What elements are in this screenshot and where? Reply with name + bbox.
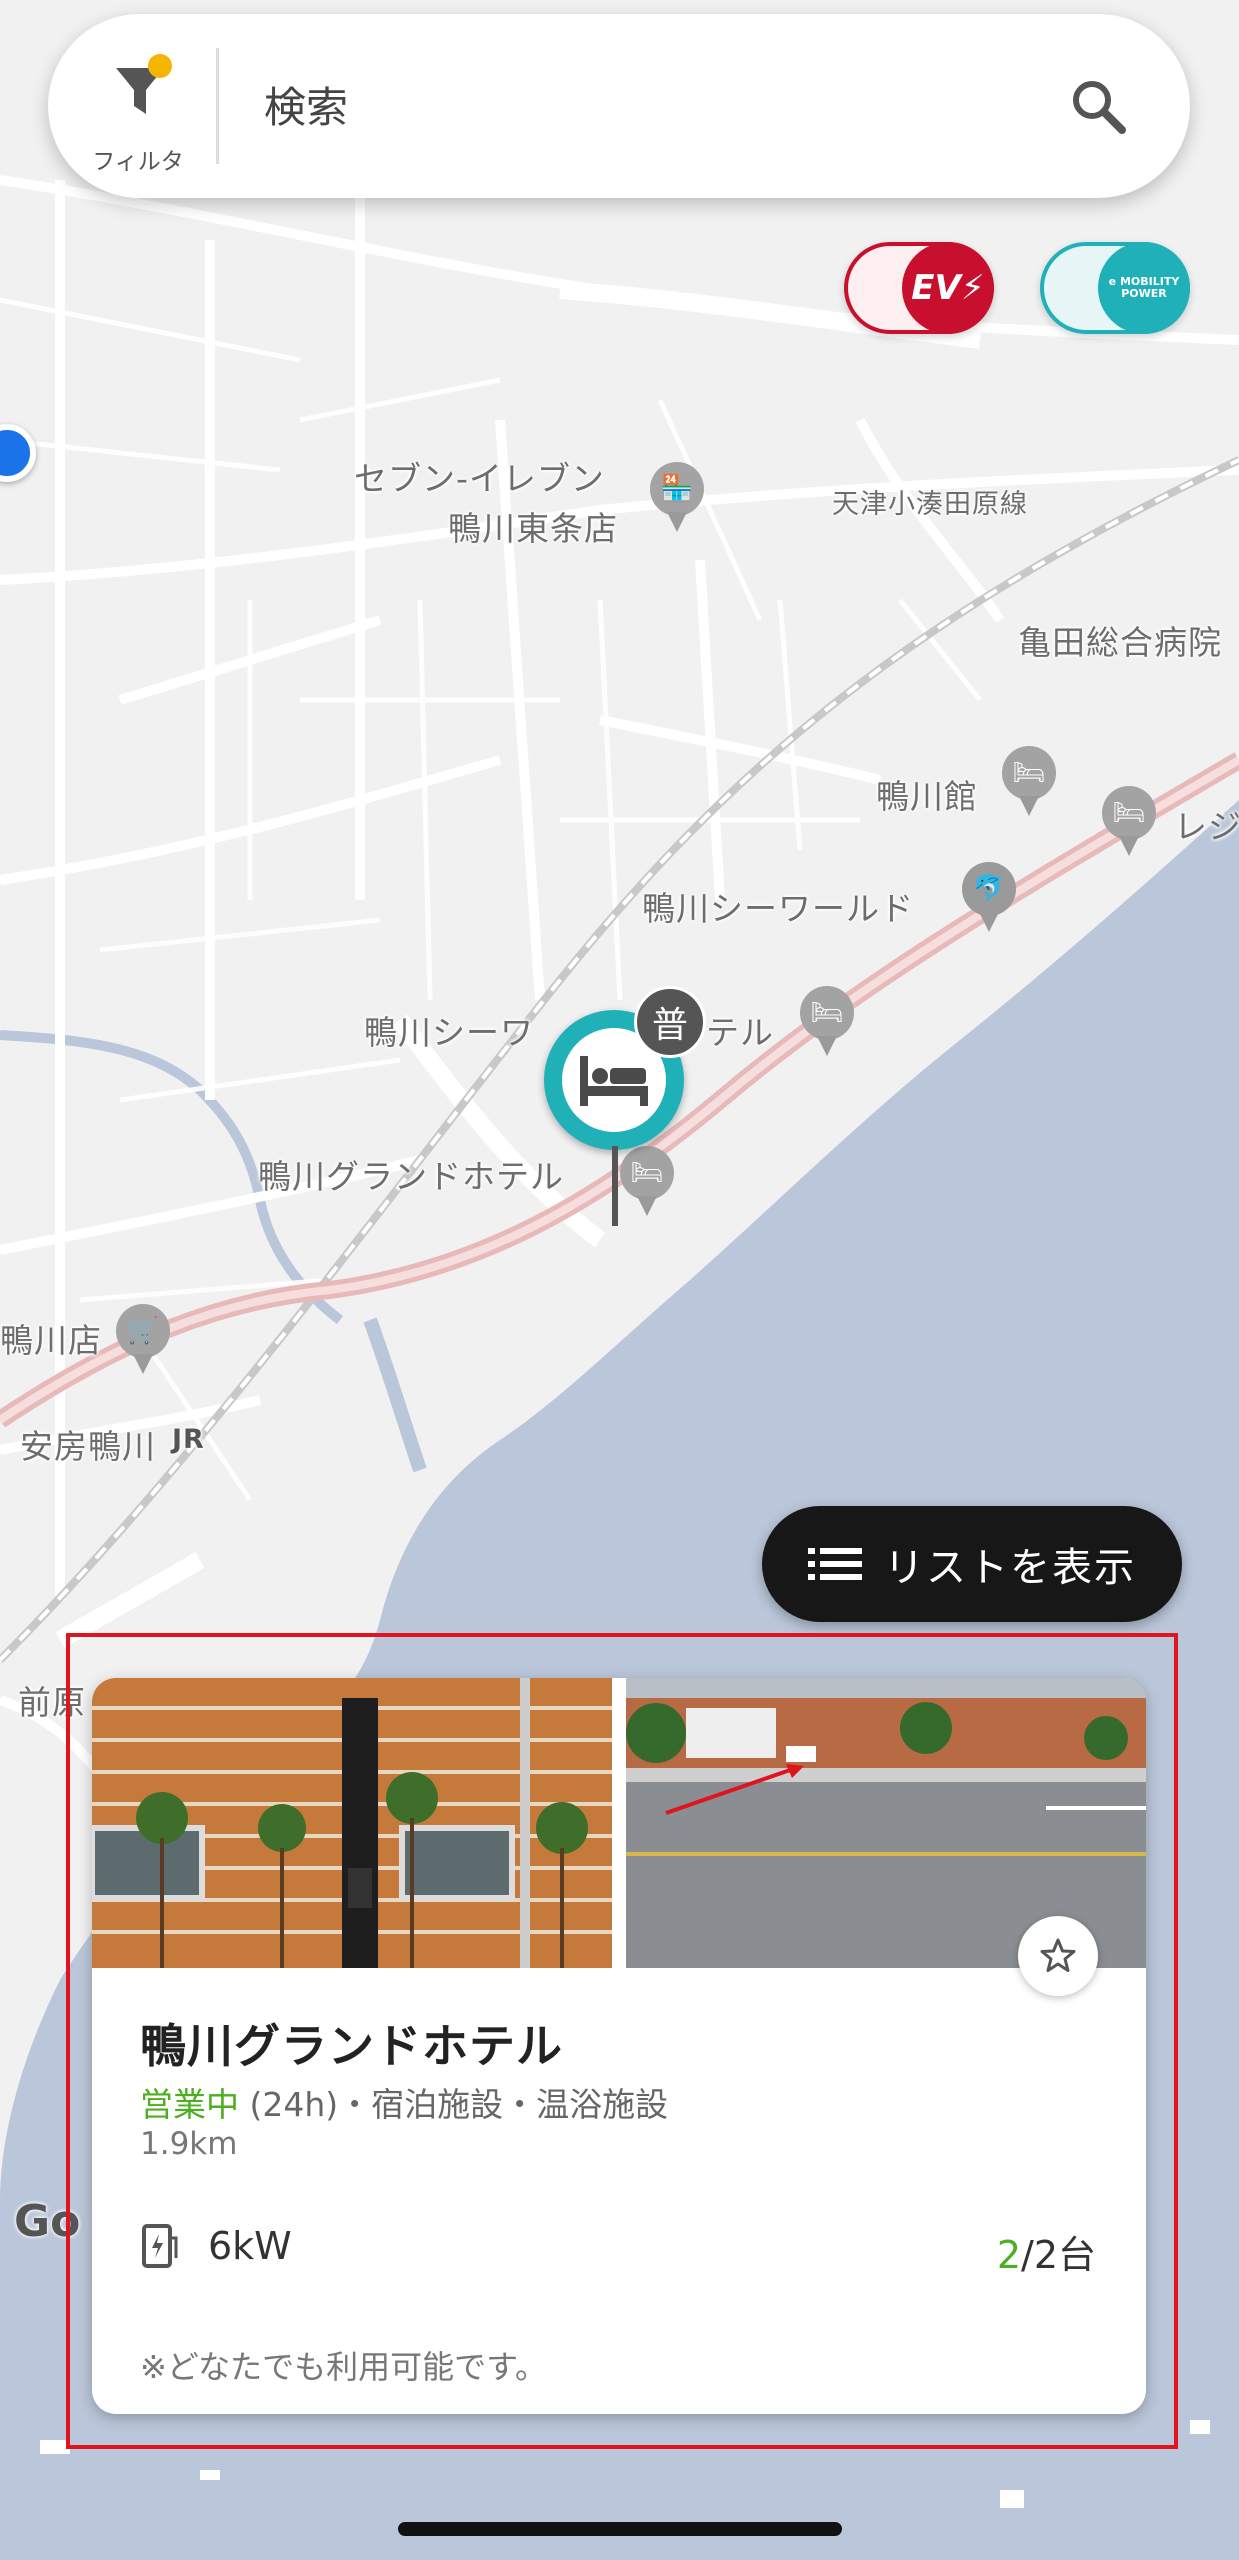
hotel-icon[interactable]: 🛏 bbox=[1002, 746, 1056, 816]
convenience-store-icon[interactable]: 🏪 bbox=[650, 462, 704, 532]
show-list-button[interactable]: リストを表示 bbox=[762, 1506, 1182, 1622]
ev-logo-text: EV bbox=[911, 268, 961, 308]
ev-logo-icon: EV ⚡ bbox=[902, 242, 994, 334]
pin-stem bbox=[612, 1146, 618, 1226]
map-label-grand-hotel: 鴨川グランドホテル bbox=[258, 1157, 564, 1196]
normal-charger-badge: 普 bbox=[634, 986, 706, 1058]
map-label-seaworld-hotel: 鴨川シーワ bbox=[364, 1013, 534, 1052]
ev-toggle[interactable]: EV ⚡ bbox=[844, 242, 994, 334]
map-label-seaworld-hotel-end: テル bbox=[706, 1013, 774, 1052]
list-icon bbox=[808, 1548, 862, 1580]
map-label-road: 天津小湊田原線 bbox=[832, 489, 1028, 520]
mobility-power-text-2: POWER bbox=[1121, 287, 1167, 300]
map-label-seaworld: 鴨川シーワールド bbox=[642, 889, 914, 928]
mobility-power-toggle[interactable]: e MOBILITY POWER bbox=[1040, 242, 1190, 334]
map-label-station: 安房鴨川 bbox=[20, 1427, 156, 1466]
show-list-label: リストを表示 bbox=[884, 1545, 1136, 1591]
jr-icon: JR bbox=[172, 1424, 205, 1455]
filter-label: フィルタ bbox=[92, 149, 184, 175]
aquarium-icon[interactable]: 🐬 bbox=[962, 862, 1016, 932]
map-label-hospital: 亀田総合病院 bbox=[1018, 623, 1222, 662]
map-label-seven-eleven: セブン-イレブン bbox=[354, 459, 605, 498]
home-indicator[interactable] bbox=[398, 2522, 842, 2536]
search-icon[interactable] bbox=[1068, 76, 1128, 136]
search-bar: フィルタ bbox=[48, 14, 1190, 198]
map-label-seven-eleven-branch: 鴨川東条店 bbox=[448, 509, 618, 548]
search-divider bbox=[216, 48, 219, 164]
highlight-frame bbox=[66, 1633, 1178, 2449]
map-label-store: 鴨川店 bbox=[0, 1321, 102, 1360]
map-label-kamogawakan: 鴨川館 bbox=[876, 777, 978, 816]
mobility-power-logo-icon: e MOBILITY POWER bbox=[1098, 242, 1190, 334]
filter-button[interactable]: フィルタ bbox=[88, 54, 188, 175]
hotel-icon[interactable]: 🛏 bbox=[1102, 786, 1156, 856]
map-label-resort: レジ bbox=[1174, 807, 1239, 846]
search-input[interactable] bbox=[262, 64, 1046, 150]
filter-active-dot bbox=[148, 54, 172, 78]
hotel-icon[interactable]: 🛏 bbox=[800, 986, 854, 1056]
shopping-cart-icon[interactable]: 🛒 bbox=[116, 1304, 170, 1374]
charger-pin[interactable]: 普 bbox=[540, 986, 706, 1226]
